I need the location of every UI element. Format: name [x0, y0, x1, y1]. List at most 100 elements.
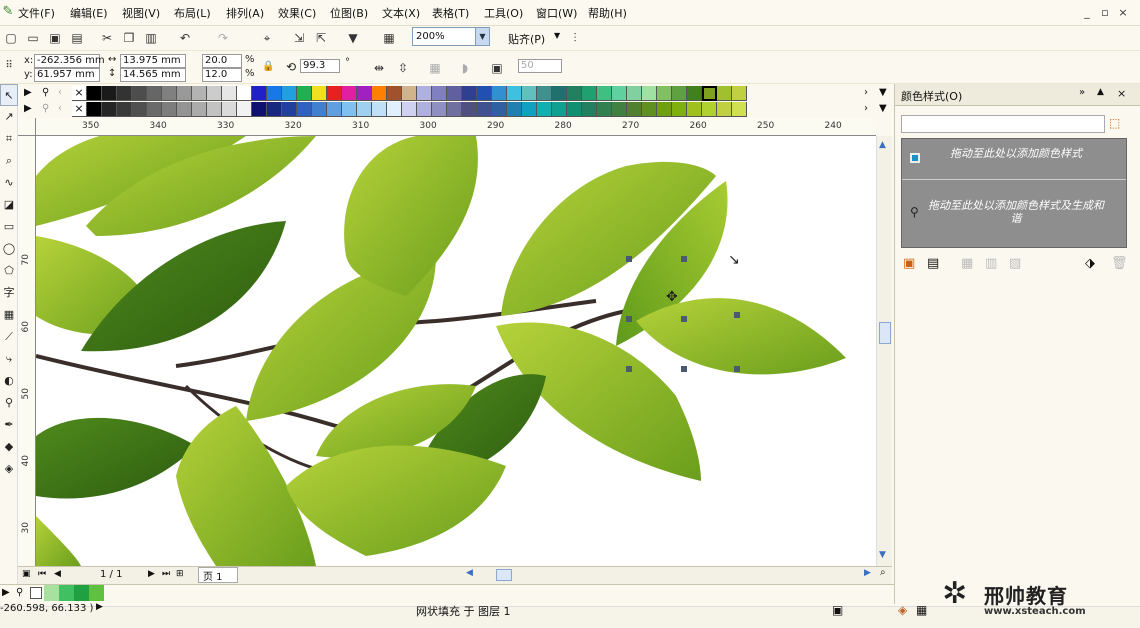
color-swatch[interactable]	[132, 86, 147, 101]
menu-item[interactable]: 排列(A)	[226, 5, 264, 21]
color-swatch[interactable]	[192, 102, 207, 117]
interactive-fill-tool-icon[interactable]: ◈	[0, 458, 18, 480]
palette-menu-icon[interactable]: ▼	[879, 87, 887, 98]
color-swatch[interactable]	[447, 86, 462, 101]
color-swatch[interactable]	[432, 86, 447, 101]
color-swatch[interactable]	[357, 102, 372, 117]
color-swatch[interactable]	[522, 102, 537, 117]
fill-swatch[interactable]	[74, 585, 89, 601]
y-position-field[interactable]: 61.957 mm	[34, 68, 100, 82]
dimension-tool-icon[interactable]: ⟋	[0, 326, 18, 348]
no-color-swatch[interactable]: ⨯	[72, 102, 87, 117]
color-swatch[interactable]	[567, 102, 582, 117]
restore-icon[interactable]: ▫	[1098, 7, 1112, 19]
palette-menu-icon[interactable]: ▼	[879, 103, 887, 114]
chevron-right-icon[interactable]: ›	[864, 87, 868, 98]
fill-tool-icon[interactable]: ◆	[0, 436, 18, 458]
color-swatch[interactable]	[387, 86, 402, 101]
color-swatch[interactable]	[627, 86, 642, 101]
color-swatch[interactable]	[312, 86, 327, 101]
rectangle-tool-icon[interactable]: ▭	[0, 216, 18, 238]
menu-item[interactable]: 布局(L)	[174, 5, 211, 21]
freehand-tool-icon[interactable]: ∿	[0, 172, 18, 194]
disabled-value-field[interactable]: 50	[518, 59, 562, 73]
color-swatch[interactable]	[402, 102, 417, 117]
scroll-thumb[interactable]	[879, 322, 891, 344]
color-swatch[interactable]	[132, 102, 147, 117]
new-style-icon[interactable]: ⬚	[1109, 116, 1120, 130]
pick-tool-icon[interactable]: ↖	[0, 84, 18, 106]
color-swatch[interactable]	[507, 102, 522, 117]
color-swatch[interactable]	[702, 102, 717, 117]
play-icon[interactable]: ▶	[24, 87, 32, 98]
menu-item[interactable]: 文件(F)	[18, 5, 55, 21]
color-swatch[interactable]	[282, 102, 297, 117]
color-swatch[interactable]	[552, 86, 567, 101]
color-swatch[interactable]	[87, 86, 102, 101]
scroll-left-icon[interactable]: ◀	[466, 568, 480, 582]
color-swatch[interactable]	[327, 86, 342, 101]
color-swatch[interactable]	[87, 102, 102, 117]
color-swatch[interactable]	[177, 102, 192, 117]
color-swatch[interactable]	[267, 86, 282, 101]
color-swatch[interactable]	[732, 102, 747, 117]
drop-slot-color-style[interactable]: 拖动至此处以添加颜色样式	[926, 147, 1106, 189]
color-swatch[interactable]	[447, 102, 462, 117]
no-color-swatch[interactable]: ⨯	[72, 86, 87, 101]
ruler-origin[interactable]	[18, 118, 36, 136]
color-swatch[interactable]	[327, 102, 342, 117]
color-swatch[interactable]	[507, 86, 522, 101]
transform-icon[interactable]: ▦	[961, 256, 973, 271]
color-swatch[interactable]	[207, 102, 222, 117]
rotation-angle-field[interactable]: 99.3	[300, 59, 340, 73]
color-swatch[interactable]	[192, 86, 207, 101]
eyedropper-icon[interactable]: ⚲	[42, 87, 49, 98]
color-swatch[interactable]	[672, 102, 687, 117]
fill-swatch[interactable]	[89, 585, 104, 601]
color-swatch[interactable]	[582, 102, 597, 117]
color-swatch[interactable]	[222, 86, 237, 101]
wrap-icon[interactable]: ▣	[488, 59, 506, 77]
menu-item[interactable]: 工具(O)	[484, 5, 523, 21]
color-swatch[interactable]	[342, 86, 357, 101]
color-swatch[interactable]	[462, 102, 477, 117]
scroll-right-icon[interactable]: ▶	[864, 568, 871, 578]
new-color-style-icon[interactable]: ▣	[903, 256, 915, 271]
width-field[interactable]: 13.975 mm	[120, 54, 186, 68]
color-swatch[interactable]	[357, 86, 372, 101]
color-swatch[interactable]	[492, 86, 507, 101]
color-swatch[interactable]	[477, 102, 492, 117]
import-icon[interactable]: ⇲	[290, 29, 308, 47]
play-icon[interactable]: ▶	[2, 587, 10, 598]
zoom-navigator-icon[interactable]: ⌕	[880, 567, 886, 578]
sort-icon[interactable]: ▧	[1009, 256, 1021, 271]
chevron-left-icon[interactable]: ‹	[58, 103, 62, 114]
color-swatch[interactable]	[342, 102, 357, 117]
copy-icon[interactable]: ❐	[120, 29, 138, 47]
polygon-tool-icon[interactable]: ⬠	[0, 260, 18, 282]
menu-item[interactable]: 效果(C)	[278, 5, 316, 21]
color-swatch[interactable]	[597, 86, 612, 101]
close-icon[interactable]: ×	[1117, 87, 1126, 100]
color-swatch[interactable]	[372, 86, 387, 101]
color-swatch[interactable]	[117, 86, 132, 101]
save-icon[interactable]: ▣	[46, 29, 64, 47]
application-launcher-icon[interactable]: ▼	[344, 29, 362, 47]
fill-swatch[interactable]	[59, 585, 74, 601]
color-swatch[interactable]	[297, 86, 312, 101]
close-icon[interactable]: ×	[1116, 7, 1130, 19]
smooth-icon[interactable]: ◗	[456, 59, 474, 77]
new-document-icon[interactable]: ▢	[2, 29, 20, 47]
mesh-icon[interactable]: ▦	[426, 59, 444, 77]
mirror-horizontal-icon[interactable]: ⇹	[370, 59, 388, 77]
connector-tool-icon[interactable]: ⤷	[0, 348, 18, 370]
color-swatch[interactable]	[102, 102, 117, 117]
color-swatch[interactable]	[372, 102, 387, 117]
menu-item[interactable]: 编辑(E)	[70, 5, 108, 21]
color-swatch[interactable]	[297, 102, 312, 117]
welcome-screen-icon[interactable]: ▦	[380, 29, 398, 47]
blend-tool-icon[interactable]: ◐	[0, 370, 18, 392]
vertical-scrollbar[interactable]: ▲ ▼	[876, 136, 892, 566]
color-swatch[interactable]	[597, 102, 612, 117]
color-swatch[interactable]	[462, 86, 477, 101]
